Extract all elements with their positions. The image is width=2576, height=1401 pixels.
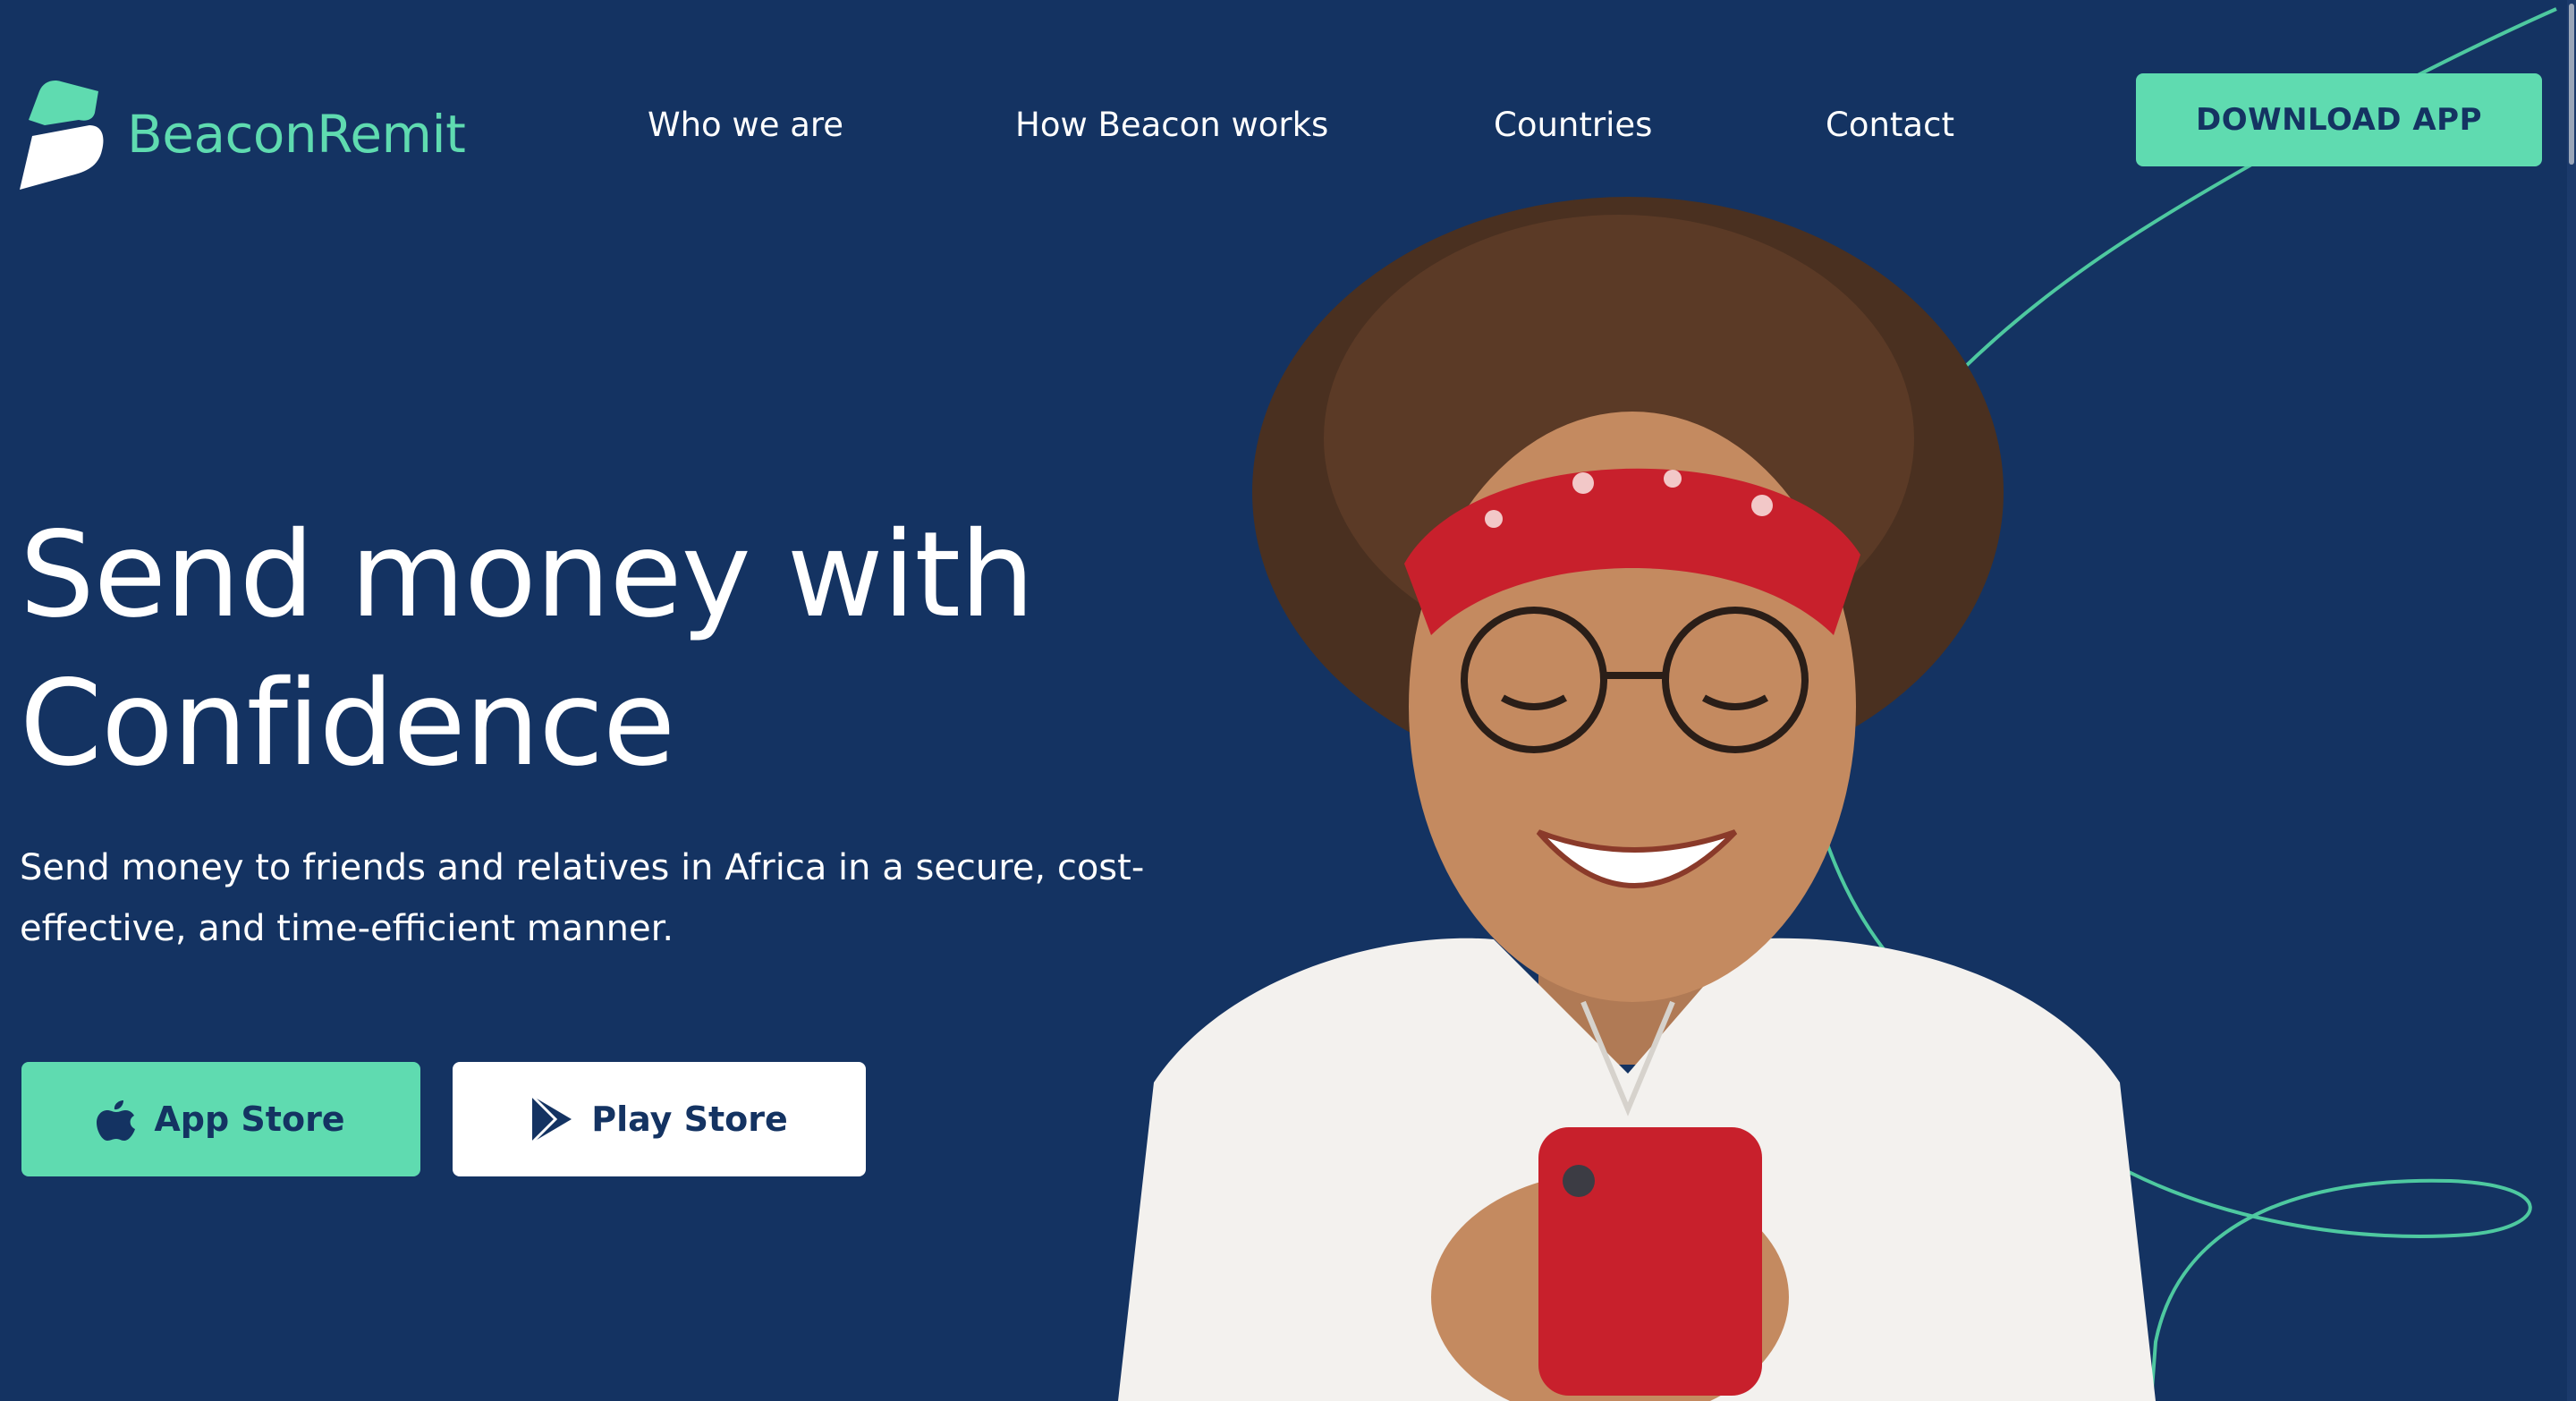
hero-subtitle: Send money to friends and relatives in A… bbox=[20, 847, 1145, 949]
brand-name-part1: Beacon bbox=[127, 104, 318, 165]
play-store-icon bbox=[531, 1094, 572, 1144]
landing-page: BeaconRemit Who we are How Beacon works … bbox=[0, 0, 2576, 1401]
play-store-label: Play Store bbox=[591, 1100, 788, 1139]
brand-name: BeaconRemit bbox=[127, 108, 466, 160]
play-store-button[interactable]: Play Store bbox=[453, 1062, 866, 1176]
hero-title: Send money with Confidence bbox=[20, 501, 1200, 798]
app-store-label: App Store bbox=[154, 1100, 345, 1139]
hero-title-line2: Confidence bbox=[20, 655, 675, 793]
hero-image bbox=[1118, 197, 2156, 1401]
nav-contact[interactable]: Contact bbox=[1826, 100, 1954, 150]
beacon-logo-icon bbox=[20, 81, 104, 190]
hero-title-line1: Send money with bbox=[20, 506, 1035, 644]
brand-logo[interactable]: BeaconRemit bbox=[20, 79, 466, 190]
nav-countries[interactable]: Countries bbox=[1494, 100, 1652, 150]
nav-who-we-are[interactable]: Who we are bbox=[648, 100, 843, 150]
page-scrollbar[interactable] bbox=[2567, 0, 2576, 1401]
app-store-button[interactable]: App Store bbox=[21, 1062, 420, 1176]
apple-icon bbox=[97, 1100, 136, 1141]
brand-name-part2: Remit bbox=[317, 104, 466, 165]
nav-how-beacon-works[interactable]: How Beacon works bbox=[1015, 100, 1328, 150]
download-app-button[interactable]: DOWNLOAD APP bbox=[2136, 73, 2542, 166]
scrollbar-thumb[interactable] bbox=[2569, 4, 2574, 165]
